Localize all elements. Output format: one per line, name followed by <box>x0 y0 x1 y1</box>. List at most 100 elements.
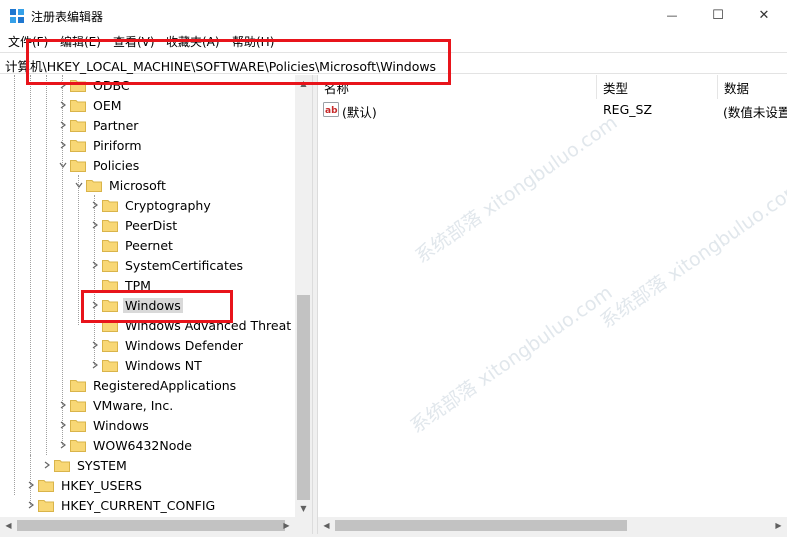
chevron-down-icon[interactable] <box>72 175 86 195</box>
column-header-data[interactable]: 数据 <box>718 75 787 99</box>
tree-node[interactable]: Policies <box>56 155 141 175</box>
menu-help[interactable]: 帮助(H) <box>232 33 274 50</box>
tree-node[interactable]: WOW6432Node <box>56 435 194 455</box>
address-bar[interactable]: 计算机\HKEY_LOCAL_MACHINE\SOFTWARE\Policies… <box>0 52 787 74</box>
tree-node[interactable]: PeerDist <box>88 215 179 235</box>
minimize-button[interactable]: — <box>649 0 695 30</box>
tree-node[interactable]: OEM <box>56 95 124 115</box>
chevron-right-icon[interactable] <box>56 395 70 415</box>
chevron-right-icon[interactable] <box>56 415 70 435</box>
tree-node[interactable]: HKEY_CURRENT_CONFIG <box>24 495 217 515</box>
tree-node[interactable]: SystemCertificates <box>88 255 245 275</box>
tree-guide-line <box>46 75 47 455</box>
column-header-type[interactable]: 类型 <box>597 75 718 99</box>
folder-icon <box>70 379 86 392</box>
chevron-right-icon[interactable] <box>56 135 70 155</box>
folder-icon <box>86 179 102 192</box>
tree-node-label: Windows NT <box>125 357 202 373</box>
tree-node-label: Cryptography <box>125 197 211 213</box>
value-name: (默认) <box>342 105 377 120</box>
column-header-name[interactable]: 名称 <box>318 75 597 99</box>
address-path[interactable]: 计算机\HKEY_LOCAL_MACHINE\SOFTWARE\Policies… <box>5 56 436 75</box>
folder-icon <box>102 339 118 352</box>
chevron-right-icon[interactable] <box>88 335 102 355</box>
scroll-right-icon[interactable]: ▶ <box>278 517 295 534</box>
chevron-right-icon[interactable] <box>56 75 70 95</box>
tree-node-label: Windows <box>93 417 149 433</box>
tree-node[interactable]: Windows Defender <box>88 335 245 355</box>
folder-icon <box>102 199 118 212</box>
folder-icon <box>70 99 86 112</box>
title-bar: 注册表编辑器 — ☐ ✕ <box>0 0 787 30</box>
chevron-right-icon[interactable] <box>88 215 102 235</box>
folder-icon <box>38 499 54 512</box>
folder-icon <box>70 79 86 92</box>
tree-node[interactable]: Windows Advanced Threat Pr <box>88 315 310 335</box>
tree-node[interactable]: ODBC <box>56 75 132 95</box>
tree-guide-line <box>14 75 15 495</box>
tree-horizontal-scrollbar[interactable]: ◀ ▶ <box>0 517 312 534</box>
tree-node-label: TPM <box>125 277 151 293</box>
menu-edit[interactable]: 编辑(E) <box>60 33 101 50</box>
tree-node-label: SYSTEM <box>77 457 127 473</box>
scroll-up-icon[interactable]: ▲ <box>295 75 312 92</box>
minimize-icon: — <box>666 8 678 22</box>
tree-node[interactable]: TPM <box>88 275 153 295</box>
chevron-right-icon[interactable] <box>56 115 70 135</box>
scroll-left-icon[interactable]: ◀ <box>318 517 335 534</box>
chevron-right-icon[interactable] <box>56 95 70 115</box>
chevron-right-icon[interactable] <box>56 435 70 455</box>
chevron-down-icon[interactable] <box>56 155 70 175</box>
list-horizontal-scrollbar[interactable]: ◀ ▶ <box>318 517 787 534</box>
tree-node-label: Windows Defender <box>125 337 243 353</box>
close-button[interactable]: ✕ <box>741 0 787 30</box>
tree-node[interactable]: Peernet <box>88 235 175 255</box>
values-list[interactable]: 名称 类型 数据 ab (默认) REG_SZ (数值未设置 <box>318 75 787 537</box>
tree-node-label: Partner <box>93 117 139 133</box>
scroll-right-icon[interactable]: ▶ <box>770 517 787 534</box>
scroll-left-icon[interactable]: ◀ <box>0 517 17 534</box>
tree-vertical-scrollbar[interactable]: ▲ ▼ <box>295 75 312 517</box>
window-title: 注册表编辑器 <box>31 10 104 24</box>
string-value-icon: ab <box>323 102 339 117</box>
tree-node[interactable]: HKEY_USERS <box>24 475 144 495</box>
chevron-right-icon[interactable] <box>88 195 102 215</box>
maximize-button[interactable]: ☐ <box>695 0 741 30</box>
expander-empty <box>88 315 102 335</box>
scroll-down-icon[interactable]: ▼ <box>295 500 312 517</box>
tree-node[interactable]: Windows NT <box>88 355 204 375</box>
tree-node[interactable]: RegisteredApplications <box>56 375 238 395</box>
folder-icon <box>102 299 118 312</box>
menu-file[interactable]: 文件(F) <box>8 33 48 50</box>
list-hscroll-thumb[interactable] <box>335 520 627 531</box>
chevron-right-icon[interactable] <box>88 255 102 275</box>
close-icon: ✕ <box>758 7 770 23</box>
folder-icon <box>54 459 70 472</box>
tree-node-label: WOW6432Node <box>93 437 192 453</box>
tree-node[interactable]: Windows <box>56 415 151 435</box>
folder-icon <box>102 359 118 372</box>
key-tree[interactable]: ODBC OEM Partner Piriform Policies Microsoft C… <box>0 75 312 537</box>
folder-icon <box>38 479 54 492</box>
tree-node[interactable]: Cryptography <box>88 195 213 215</box>
tree-scroll-thumb[interactable] <box>297 295 310 500</box>
tree-node[interactable]: Windows <box>88 295 183 315</box>
folder-icon <box>102 219 118 232</box>
chevron-right-icon[interactable] <box>24 475 38 495</box>
tree-node-label: Piriform <box>93 137 142 153</box>
value-type: REG_SZ <box>603 102 653 117</box>
chevron-right-icon[interactable] <box>88 355 102 375</box>
chevron-right-icon[interactable] <box>88 295 102 315</box>
tree-node[interactable]: SYSTEM <box>40 455 129 475</box>
value-row[interactable]: ab (默认) REG_SZ (数值未设置 <box>318 99 787 121</box>
tree-node[interactable]: Partner <box>56 115 140 135</box>
expander-empty <box>56 375 70 395</box>
tree-hscroll-thumb[interactable] <box>17 520 285 531</box>
chevron-right-icon[interactable] <box>40 455 54 475</box>
menu-favorites[interactable]: 收藏夹(A) <box>166 33 220 50</box>
menu-view[interactable]: 查看(V) <box>113 33 155 50</box>
tree-node[interactable]: Piriform <box>56 135 144 155</box>
tree-node[interactable]: VMware, Inc. <box>56 395 175 415</box>
chevron-right-icon[interactable] <box>24 495 38 515</box>
tree-node[interactable]: Microsoft <box>72 175 168 195</box>
